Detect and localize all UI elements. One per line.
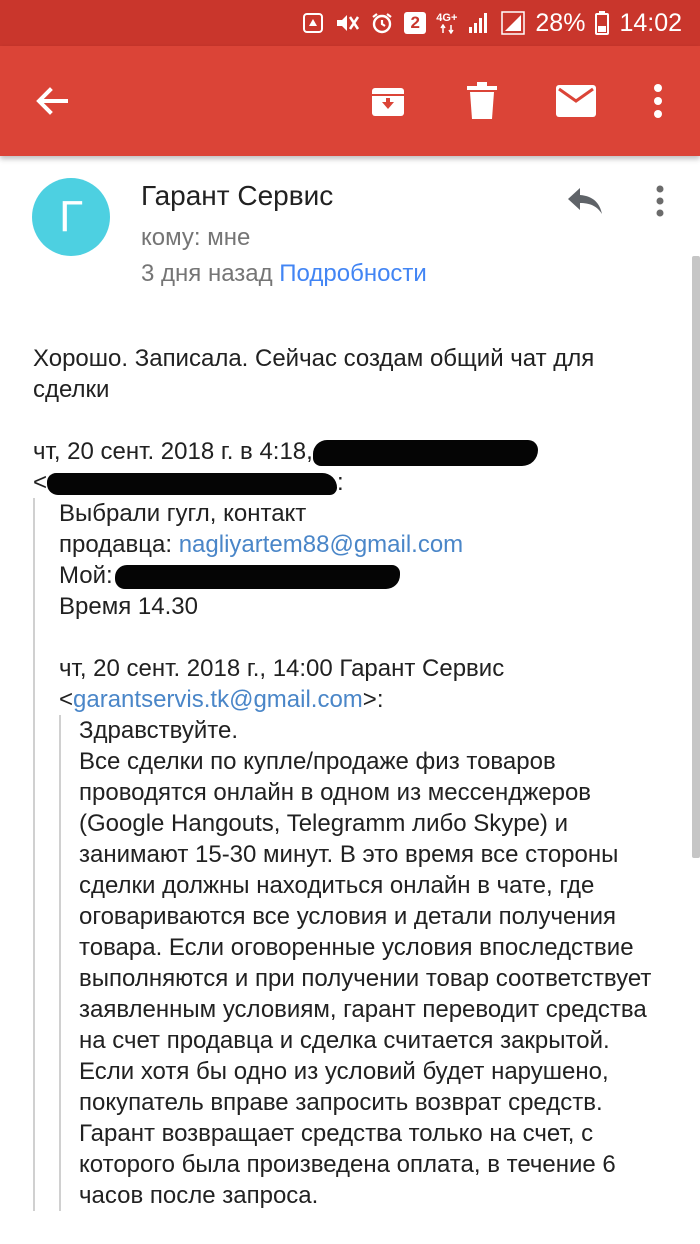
quote1-line-4: Время 14.30	[59, 593, 198, 620]
quote1-header: чт, 20 сент. 2018 г. в 4:18, <:	[33, 436, 683, 498]
more-options-button[interactable]	[636, 46, 680, 156]
reply-button[interactable]	[560, 176, 610, 226]
signal-icon-2	[501, 11, 526, 35]
battery-percent: 28%	[535, 8, 586, 37]
quoted-message-2: Здравствуйте. Все сделки по купле/продаж…	[59, 715, 683, 1211]
app-bar	[0, 46, 700, 156]
sender-email-link[interactable]: garantservis.tk@gmail.com	[73, 686, 363, 713]
archive-button[interactable]	[356, 46, 420, 156]
arrow-back-icon	[36, 87, 68, 115]
reply-text: Хорошо. Записала. Сейчас создам общий ча…	[33, 345, 595, 403]
signal-icon	[467, 11, 491, 35]
quote2-text: Все сделки по купле/продаже физ товаров …	[79, 748, 652, 1209]
delete-button[interactable]	[450, 46, 514, 156]
quoted-message-1: Выбрали гугл, контакт продавца: nagliyar…	[33, 498, 683, 1211]
quote1-line-2: продавца: nagliyartem88@gmail.com	[59, 531, 464, 558]
sim-badge: 2	[404, 12, 427, 34]
trash-icon	[467, 82, 497, 119]
message-more-button[interactable]	[640, 176, 680, 226]
message-header: Г Гарант Сервис кому: мне 3 дня назад По…	[0, 156, 700, 306]
envelope-icon	[556, 85, 596, 117]
redacted-block	[47, 472, 338, 495]
reply-icon	[568, 188, 602, 214]
back-button[interactable]	[20, 46, 84, 156]
quote2-greeting: Здравствуйте.	[79, 717, 239, 744]
alarm-icon	[370, 11, 394, 35]
redacted-block	[312, 439, 538, 466]
message-body: Хорошо. Записала. Сейчас создам общий ча…	[33, 343, 683, 1211]
status-bar: 2 4G+ 28% 14:02	[0, 0, 700, 46]
quote1-email-open: <	[33, 469, 48, 496]
quote2-header: чт, 20 сент. 2018 г., 14:00 Гарант Серви…	[59, 655, 505, 713]
network-type-label: 4G+	[436, 12, 457, 34]
date-line: 3 дня назад Подробности	[141, 260, 427, 288]
quote1-line-3: Мой:	[59, 560, 683, 591]
quote1-line-1: Выбрали гугл, контакт	[59, 500, 307, 527]
redacted-block	[114, 564, 400, 589]
archive-icon	[372, 88, 404, 116]
details-link[interactable]: Подробности	[279, 260, 427, 287]
status-icons: 2 4G+ 28% 14:02	[302, 0, 700, 46]
battery-icon	[595, 11, 610, 35]
recipient-line[interactable]: кому: мне	[141, 224, 250, 252]
recycle-notification-icon	[302, 12, 324, 34]
more-vert-icon	[654, 84, 662, 118]
scrollbar[interactable]	[692, 256, 700, 858]
avatar[interactable]: Г	[32, 178, 110, 256]
mark-unread-button[interactable]	[544, 46, 608, 156]
relative-date: 3 дня назад	[141, 260, 273, 287]
sender-name: Гарант Сервис	[141, 180, 334, 211]
seller-email-link[interactable]: nagliyartem88@gmail.com	[179, 531, 463, 558]
more-vert-icon	[656, 185, 664, 217]
clock: 14:02	[619, 8, 682, 37]
mute-icon	[334, 11, 360, 35]
